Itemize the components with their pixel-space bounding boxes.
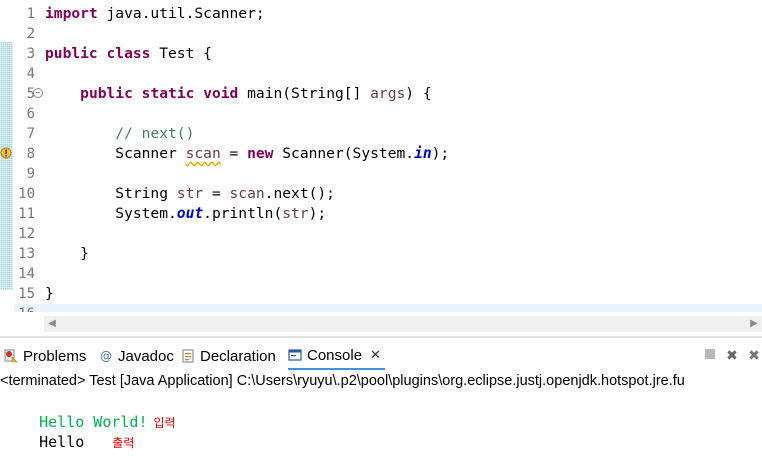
tab-problems[interactable]: Problems — [4, 342, 86, 370]
view-tab-bar: Problems @ Javadoc Declaration Console ✕… — [0, 342, 762, 370]
problems-icon — [4, 349, 18, 363]
console-process-label: <terminated> Test [Java Application] C:\… — [0, 373, 685, 389]
scroll-right-icon[interactable]: ▶ — [748, 318, 760, 330]
code-line: public static void main(String[] args) { — [80, 85, 432, 102]
line-number: 15 — [18, 286, 35, 302]
code-line: public class Test { — [45, 45, 212, 62]
tab-label: Javadoc — [118, 347, 174, 365]
line-number: 7 — [26, 126, 35, 142]
console-icon — [288, 349, 302, 361]
declaration-icon — [182, 349, 194, 363]
tab-label: Problems — [23, 347, 87, 365]
line-number: 16 — [13, 304, 35, 312]
line-number: 6 — [26, 106, 35, 122]
panel-divider[interactable] — [0, 336, 762, 338]
fold-collapse-icon[interactable]: − — [33, 88, 43, 98]
tab-label: Console — [307, 346, 363, 364]
warning-icon[interactable] — [0, 147, 12, 159]
code-area[interactable]: import java.util.Scanner; public class T… — [45, 4, 762, 312]
console-output-text: Hello — [39, 433, 85, 451]
console-line: Hello World! 입력 — [3, 392, 175, 431]
line-number: 11 — [18, 206, 35, 222]
code-line: Scanner scan = new Scanner(System.in); — [45, 145, 450, 162]
code-line: } — [45, 245, 89, 262]
line-number: 5 — [26, 86, 35, 102]
close-icon[interactable]: ✕ — [370, 348, 381, 363]
code-editor[interactable]: 1 2 3 4 5 6 7 8 9 10 11 12 13 14 15 16 −… — [0, 0, 762, 312]
remove-all-terminated-icon[interactable]: ✖ — [746, 348, 762, 364]
javadoc-icon: @ — [100, 349, 112, 363]
remove-launches-icon[interactable]: ✖ — [724, 348, 740, 364]
line-number: 3 — [26, 46, 35, 62]
input-annotation: 입력 — [153, 416, 176, 430]
line-number-ruler: 1 2 3 4 5 6 7 8 9 10 11 12 13 14 15 16 — [13, 4, 35, 312]
console-output[interactable]: Hello World! 입력 Hello 출력 — [3, 392, 175, 451]
line-number: 12 — [18, 226, 35, 242]
line-number: 13 — [18, 246, 35, 262]
line-number: 1 — [26, 6, 35, 22]
horizontal-scrollbar[interactable]: ◀ ▶ — [44, 316, 762, 332]
code-line: // next() — [115, 125, 195, 142]
tab-label: Declaration — [200, 347, 276, 365]
line-number: 8 — [26, 146, 35, 162]
line-number: 2 — [26, 26, 35, 42]
line-number: 10 — [18, 186, 35, 202]
tab-javadoc[interactable]: @ Javadoc — [99, 342, 174, 370]
terminate-icon[interactable] — [702, 348, 718, 364]
line-number: 14 — [18, 266, 35, 282]
code-line: } — [45, 285, 54, 302]
code-line: System.out.println(str); — [45, 205, 327, 222]
tab-console[interactable]: Console ✕ — [288, 342, 385, 370]
tab-declaration[interactable]: Declaration — [181, 342, 276, 370]
code-line: import java.util.Scanner; — [45, 5, 265, 22]
quick-diff-ruler — [0, 42, 13, 290]
console-input-text: Hello World! — [39, 413, 148, 431]
code-line: String str = scan.next(); — [45, 185, 335, 202]
line-number: 4 — [26, 66, 35, 82]
view-toolbar: ✖ ✖ — [696, 346, 762, 366]
line-number: 9 — [26, 166, 35, 182]
scroll-left-icon[interactable]: ◀ — [46, 318, 58, 330]
output-annotation: 출력 — [112, 436, 135, 450]
